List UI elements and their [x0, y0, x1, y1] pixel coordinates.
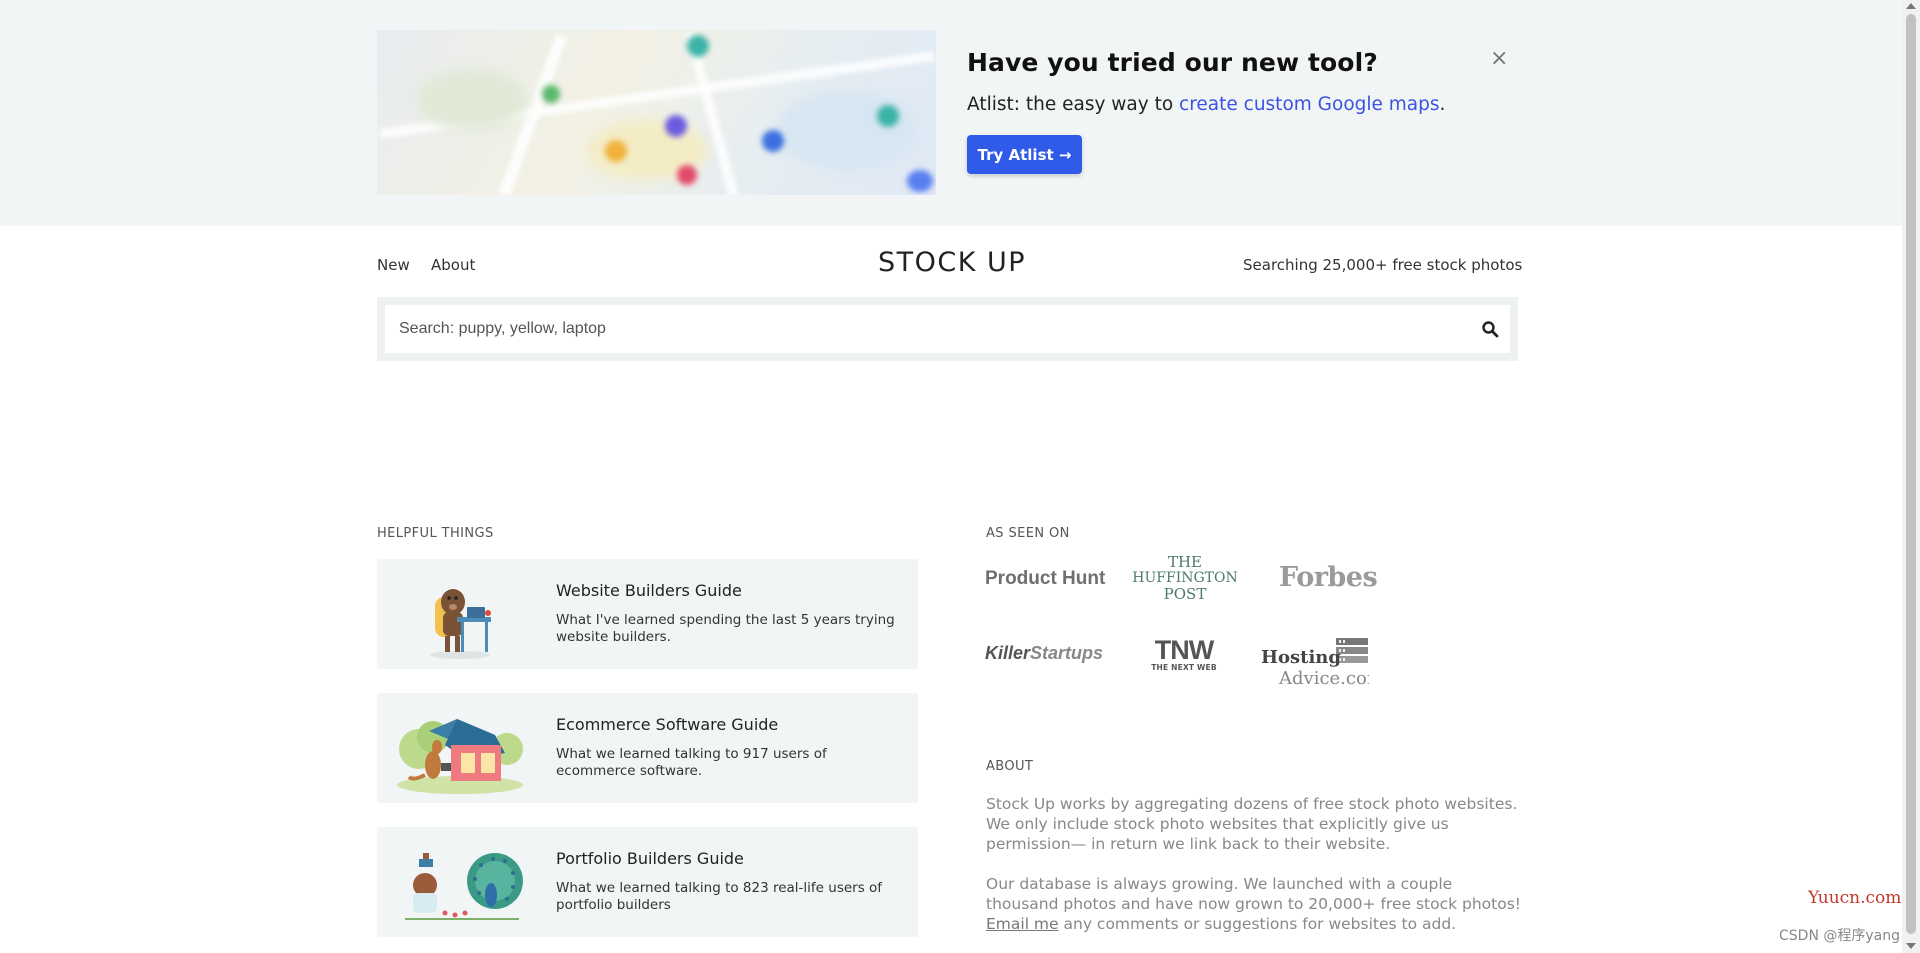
guide-card-desc: What I've learned spending the last 5 ye…	[556, 612, 895, 645]
bear-illustration-icon	[430, 589, 491, 659]
about-heading: ABOUT	[986, 759, 1034, 774]
map-preview-image	[377, 30, 936, 195]
about-paragraph-2-text: Our database is always growing. We launc…	[986, 875, 1521, 913]
about-paragraph-2: Our database is always growing. We launc…	[986, 874, 1526, 934]
guide-card-portfolio[interactable]: Portfolio Builders Guide What we learned…	[377, 827, 918, 937]
guide-card-desc: What we learned talking to 917 users of …	[556, 746, 827, 779]
guide-card-title: Portfolio Builders Guide	[556, 849, 744, 868]
tnw-logo: TNW THE NEXT WEB	[1147, 635, 1221, 673]
try-atlist-button[interactable]: Try Atlist →	[967, 135, 1082, 174]
site-logo[interactable]: STOCK UP	[878, 247, 1026, 278]
promo-text: Atlist: the easy way to create custom Go…	[967, 94, 1445, 115]
huffington-post-logo: THE HUFFINGTON POST	[1127, 554, 1243, 602]
scroll-up-icon[interactable]	[1906, 3, 1916, 9]
hosting-advice-logo: Hosting Advice.cor	[1261, 637, 1369, 691]
guide-card-desc: What we learned talking to 823 real-life…	[556, 880, 883, 913]
create-maps-link[interactable]: create custom Google maps	[1179, 94, 1439, 115]
killer-startups-logo: KillerStartups	[985, 643, 1103, 664]
as-seen-on-heading: AS SEEN ON	[986, 526, 1070, 541]
search-input[interactable]	[385, 305, 1455, 353]
startups-text: Startups	[1030, 643, 1104, 663]
scroll-down-icon[interactable]	[1906, 943, 1916, 949]
huffington-line-2: HUFFINGTON	[1132, 570, 1238, 586]
search-box	[385, 305, 1510, 353]
search-icon[interactable]	[1481, 320, 1499, 338]
forbes-logo: Forbes	[1279, 562, 1378, 593]
scroll-thumb[interactable]	[1906, 14, 1916, 934]
guide-card-title: Website Builders Guide	[556, 581, 742, 600]
email-me-link[interactable]: Email me	[986, 915, 1059, 933]
guide-card-ecommerce[interactable]: Ecommerce Software Guide What we learned…	[377, 693, 918, 803]
promo-text-after: .	[1439, 94, 1446, 115]
close-icon[interactable]: ×	[1490, 48, 1508, 70]
watermark-csdn: CSDN @程序yang	[1779, 928, 1900, 944]
huffington-line-3: POST	[1163, 585, 1207, 603]
promo-title: Have you tried our new tool?	[967, 48, 1378, 77]
huffington-line-1: THE	[1167, 553, 1203, 571]
kangaroo-shop-illustration-icon	[397, 719, 523, 794]
about-paragraph-2-after: any comments or suggestions for websites…	[1058, 915, 1457, 933]
hosting-text: Hosting	[1261, 647, 1341, 668]
scrollbar[interactable]	[1902, 0, 1920, 953]
guide-card-website-builders[interactable]: Website Builders Guide What I've learned…	[377, 559, 918, 669]
helpful-things-heading: HELPFUL THINGS	[377, 526, 494, 541]
tnw-text: TNW	[1154, 635, 1214, 665]
guide-card-title: Ecommerce Software Guide	[556, 715, 779, 734]
killer-text: Killer	[985, 643, 1031, 663]
nav-new[interactable]: New	[377, 256, 410, 274]
peacock-illustration-icon	[405, 853, 523, 920]
tnw-subtitle: THE NEXT WEB	[1151, 663, 1217, 672]
about-paragraph-1: Stock Up works by aggregating dozens of …	[986, 795, 1518, 853]
watermark-domain: Yuucn.com	[1808, 888, 1902, 908]
promo-text-before: Atlist: the easy way to	[967, 94, 1180, 115]
advice-text: Advice.cor	[1279, 668, 1369, 689]
nav-about[interactable]: About	[431, 256, 475, 274]
promo-banner: Have you tried our new tool? Atlist: the…	[0, 0, 1902, 226]
search-bar	[377, 297, 1518, 361]
product-hunt-logo: Product Hunt	[985, 568, 1106, 589]
tagline: Searching 25,000+ free stock photos	[1243, 256, 1523, 274]
